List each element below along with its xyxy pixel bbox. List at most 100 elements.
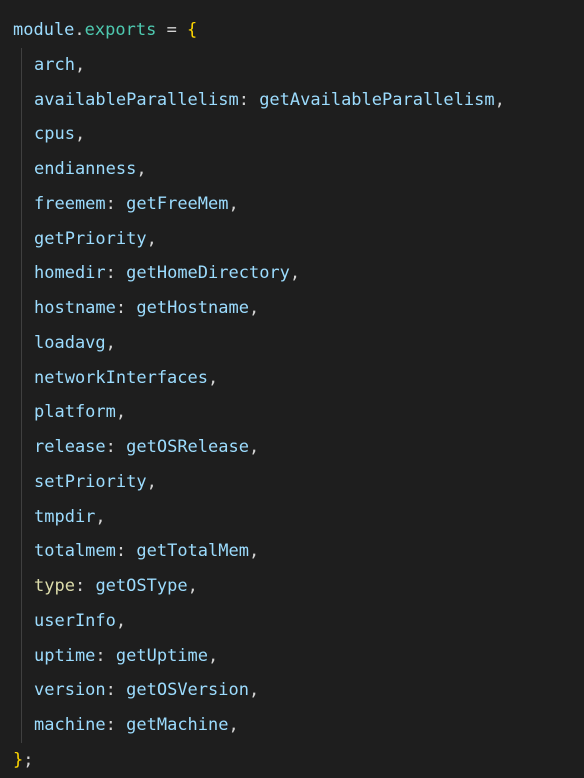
comma-token: , [136,159,147,179]
colon-token: : [238,89,260,110]
entry-value: getTotalMem [136,541,249,562]
indent-guide [21,464,22,500]
code-line-entry: networkInterfaces, [0,360,584,396]
entry-value: getOSVersion [126,680,249,701]
code-line-entry: userInfo, [0,603,584,639]
entry-value: getFreeMem [126,193,229,214]
comma-token: , [208,645,219,666]
indent-guide [21,534,22,569]
exports-property: exports [84,20,157,40]
code-line-entry: cpus, [0,117,584,152]
indent-guide [21,395,22,430]
entry-key: uptime [34,645,96,666]
code-line-entry: type: getOSType, [0,569,584,604]
comma-token: , [115,610,127,631]
comma-token: , [228,715,239,735]
comma-token: , [289,263,301,284]
indent-guide [21,430,22,465]
code-line-entry: arch, [0,47,584,83]
indent-guide [21,221,22,257]
entry-key: machine [34,715,106,735]
code-line-entry: platform, [0,395,584,430]
comma-token: , [146,471,157,492]
code-line-entry: endianness, [0,152,584,187]
entry-key: freemem [34,193,106,214]
code-line-entry: getPriority, [0,221,584,257]
close-brace: } [13,749,24,770]
code-line-entry: release: getOSRelease, [0,430,584,465]
code-line-entry: availableParallelism: getAvailableParall… [0,82,584,118]
entry-key: totalmem [34,541,116,562]
indent-guide [21,291,22,326]
code-line-entry: version: getOSVersion, [0,673,584,708]
indent-guide [21,117,22,152]
entry-value: getHostname [136,298,249,318]
indent-guide [21,569,22,604]
entry-value: getOSRelease [126,437,249,457]
dot-token: . [74,20,85,40]
indent-guide [21,256,22,291]
indent-guide [21,47,22,83]
assign-token: = [156,20,188,40]
comma-token: , [248,541,260,562]
indent-guide [21,186,22,222]
colon-token: : [105,437,127,457]
entry-key: userInfo [34,610,116,631]
colon-token: : [115,298,137,318]
indent-guide [21,603,22,639]
entry-key: platform [34,402,116,423]
indent-guide [21,82,22,118]
indent-guide [21,325,22,361]
comma-token: , [115,402,127,423]
code-editor[interactable]: module.exports = { arch, availableParalle… [0,0,584,778]
entry-key: hostname [34,298,116,318]
module-keyword: module [13,20,75,40]
entry-key: version [34,680,106,701]
indent-guide [21,152,22,187]
entry-key: getPriority [34,228,147,249]
entry-key: networkInterfaces [34,367,208,388]
comma-token: , [248,298,260,318]
entry-key: release [34,437,106,457]
entry-value: getUptime [115,645,209,666]
indent-guide [21,673,22,708]
comma-token: , [74,124,86,145]
colon-token: : [95,645,116,666]
code-line-footer: }; [0,743,584,778]
code-line-entry: setPriority, [0,464,584,500]
entry-value: getOSType [95,576,188,596]
colon-token: : [115,541,137,562]
entry-value: getMachine [126,715,229,735]
comma-token: , [248,680,260,701]
comma-token: , [95,506,106,527]
exports-entries: arch, availableParallelism: getAvailableP… [0,47,584,743]
entry-key: arch [34,54,75,75]
colon-token: : [105,263,127,284]
entry-key: tmpdir [34,506,96,527]
entry-key: endianness [34,159,137,179]
colon-token: : [105,715,127,735]
code-line-entry: machine: getMachine, [0,708,584,743]
indent-guide [21,708,22,743]
colon-token: : [105,193,127,214]
entry-key: setPriority [34,471,147,492]
colon-token: : [105,680,127,701]
entry-key: homedir [34,263,106,284]
comma-token: , [74,54,86,75]
code-line-entry: uptime: getUptime, [0,638,584,674]
indent-guide [21,360,22,396]
entry-key: cpus [34,124,75,145]
comma-token: , [105,332,116,353]
code-line-entry: hostname: getHostname, [0,291,584,326]
colon-token: : [74,576,96,596]
code-line-entry: freemem: getFreeMem, [0,186,584,222]
code-line-header: module.exports = { [0,13,584,48]
code-line-entry: tmpdir, [0,499,584,535]
indent-guide [21,638,22,674]
comma-token: , [248,437,260,457]
open-brace: { [187,20,198,40]
entry-value: getAvailableParallelism [259,89,495,110]
comma-token: , [187,576,198,596]
code-line-entry: loadavg, [0,325,584,361]
entry-key: type [34,576,75,596]
